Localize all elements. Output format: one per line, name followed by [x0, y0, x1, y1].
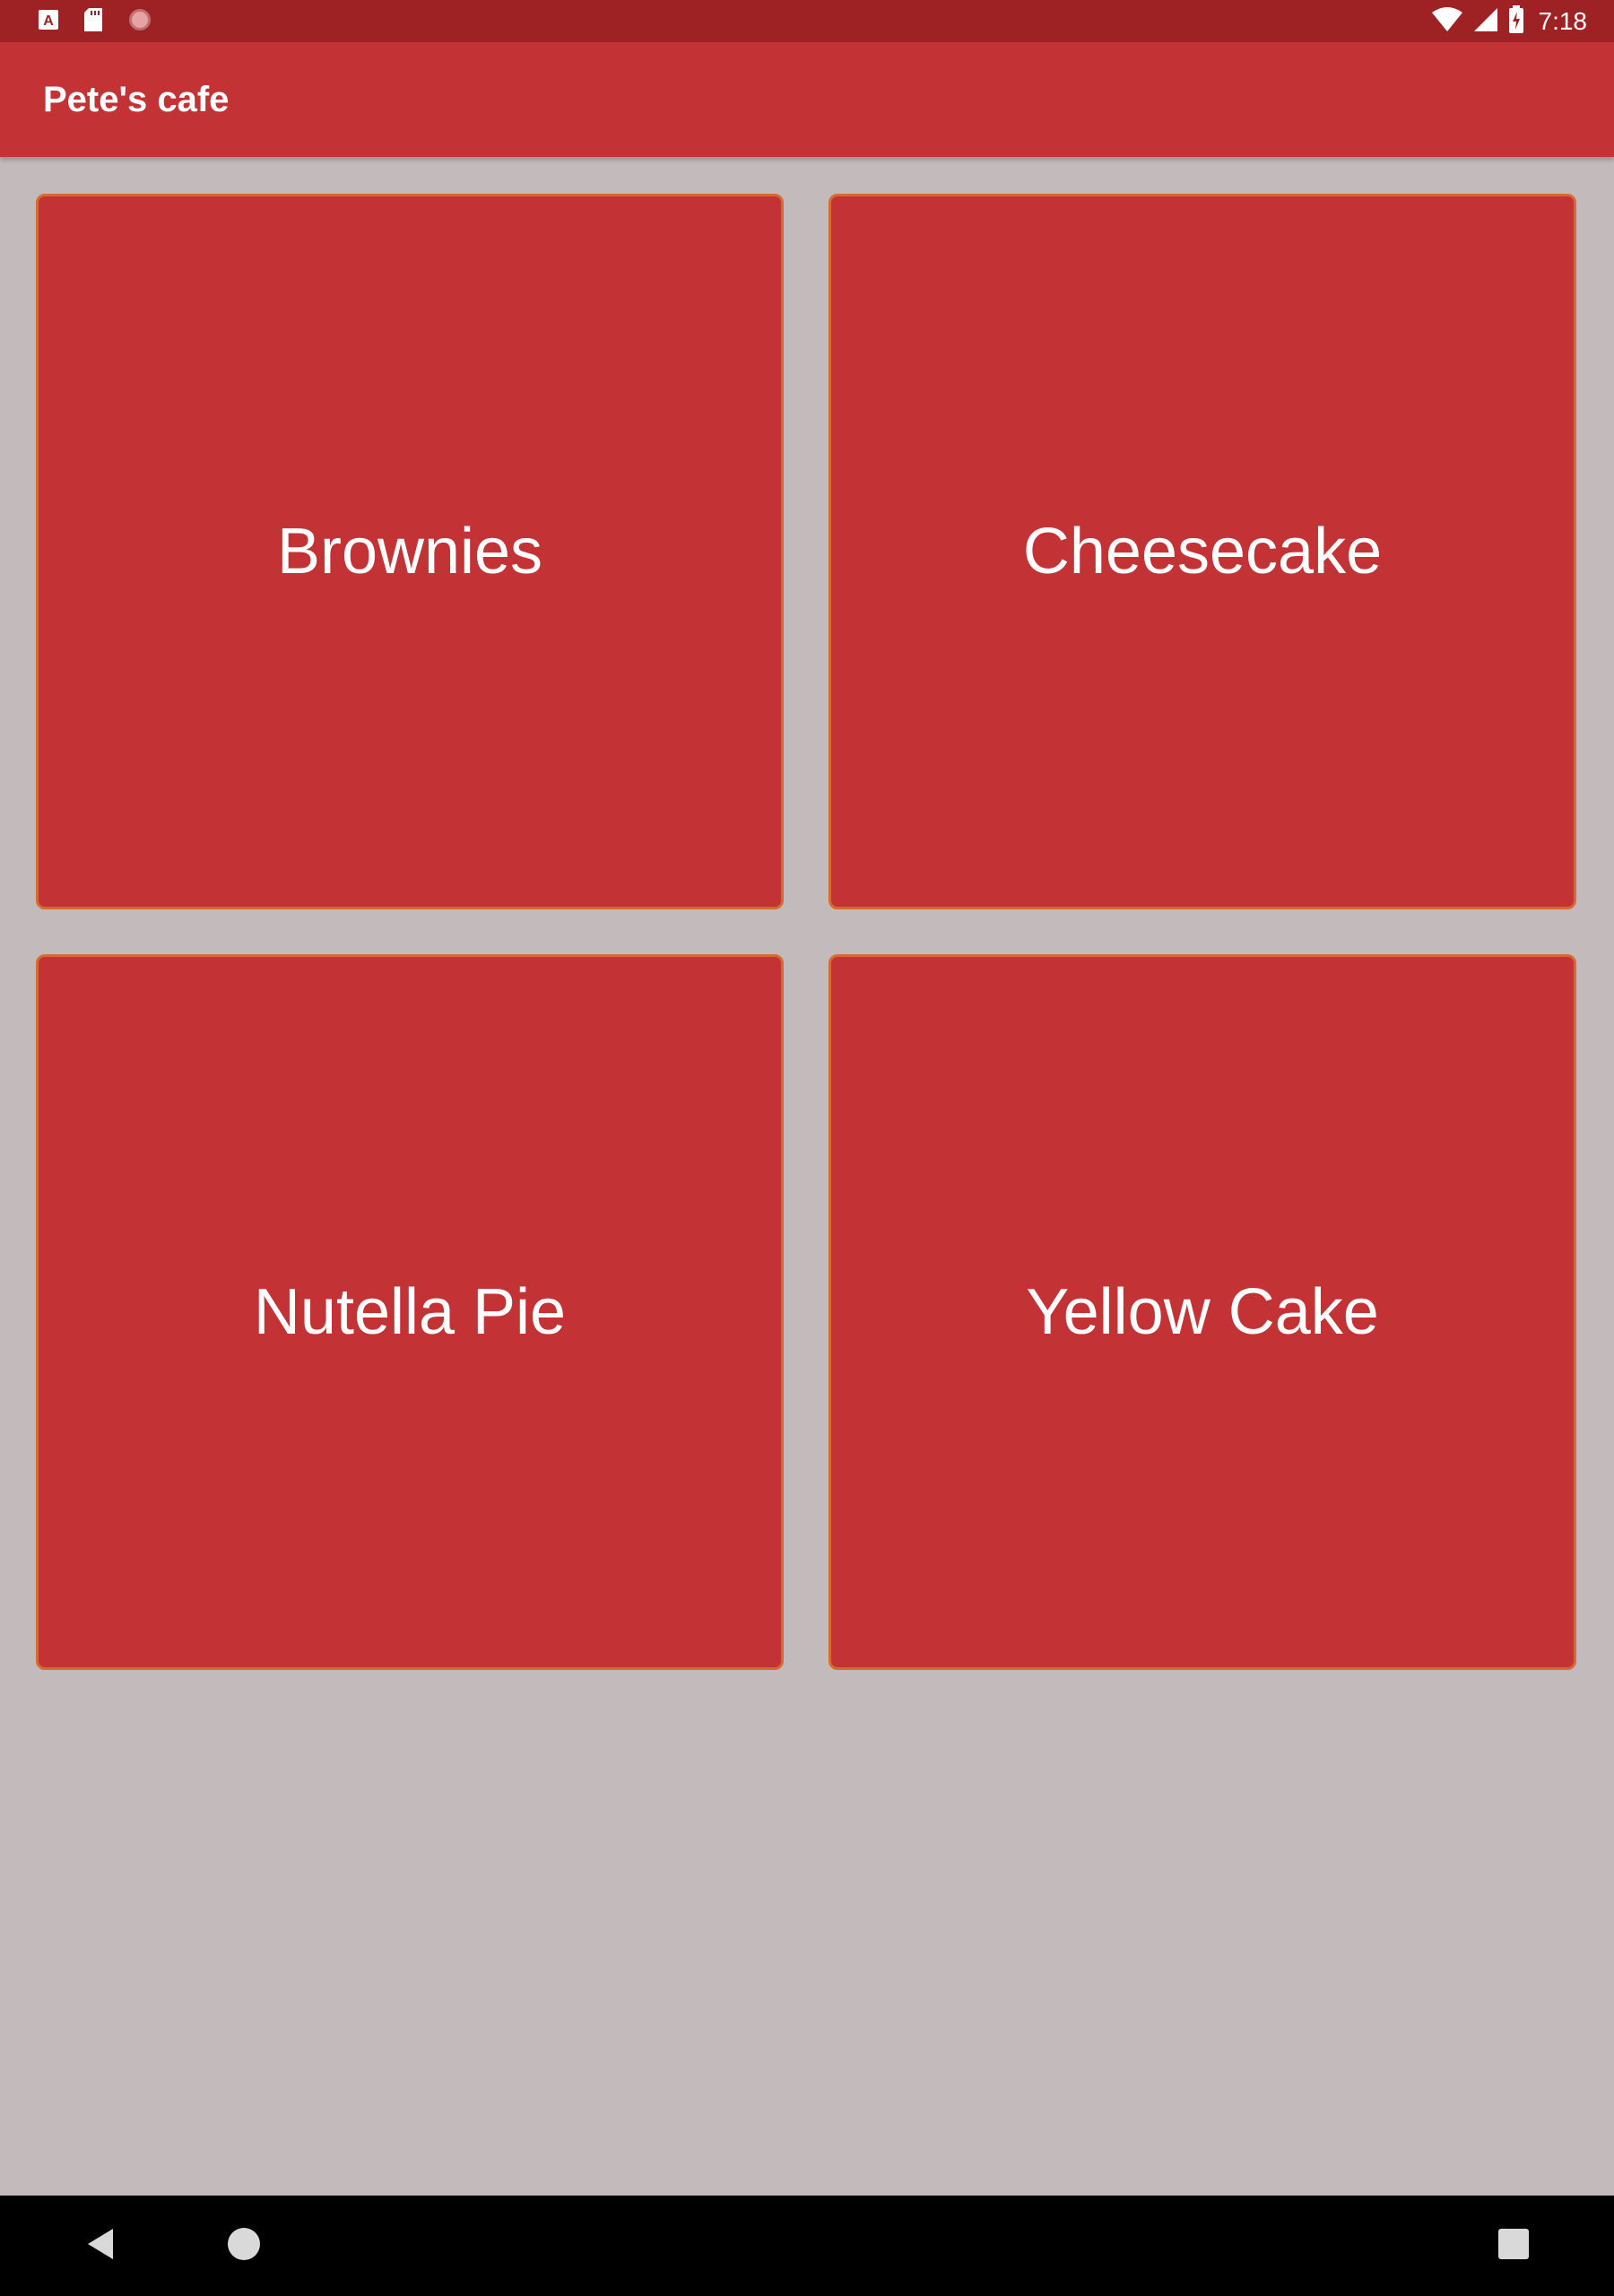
menu-item-brownies[interactable]: Brownies — [36, 194, 784, 909]
status-bar: A 7:18 — [0, 0, 1614, 42]
menu-item-nutella-pie[interactable]: Nutella Pie — [36, 954, 784, 1670]
menu-item-cheesecake[interactable]: Cheesecake — [829, 194, 1576, 909]
menu-item-label: Nutella Pie — [253, 1276, 567, 1348]
menu-item-label: Cheesecake — [1022, 516, 1383, 587]
home-button[interactable] — [217, 2219, 271, 2273]
back-icon — [82, 2226, 118, 2266]
battery-charging-icon — [1508, 4, 1524, 39]
wifi-icon — [1431, 6, 1463, 38]
recents-button[interactable] — [1487, 2219, 1540, 2273]
sd-card-icon — [82, 7, 104, 37]
recents-icon — [1496, 2226, 1532, 2266]
status-system-icons: 7:18 — [1431, 4, 1588, 39]
cell-signal-icon — [1472, 6, 1499, 38]
menu-item-yellow-cake[interactable]: Yellow Cake — [829, 954, 1576, 1670]
status-time: 7:18 — [1538, 7, 1588, 35]
back-button[interactable] — [74, 2219, 127, 2273]
menu-item-label: Brownies — [276, 516, 543, 587]
app-bar: Pete's cafe — [0, 42, 1614, 157]
menu-grid: Brownies Cheesecake Nutella Pie Yellow C… — [36, 194, 1578, 1670]
menu-item-label: Yellow Cake — [1026, 1276, 1379, 1348]
status-notification-icons: A — [38, 7, 152, 37]
navigation-bar — [0, 2196, 1614, 2296]
a-keyboard-icon: A — [38, 9, 59, 35]
app-title: Pete's cafe — [43, 80, 230, 119]
record-dot-icon — [127, 7, 152, 37]
svg-text:A: A — [43, 13, 54, 29]
home-icon — [226, 2226, 262, 2266]
